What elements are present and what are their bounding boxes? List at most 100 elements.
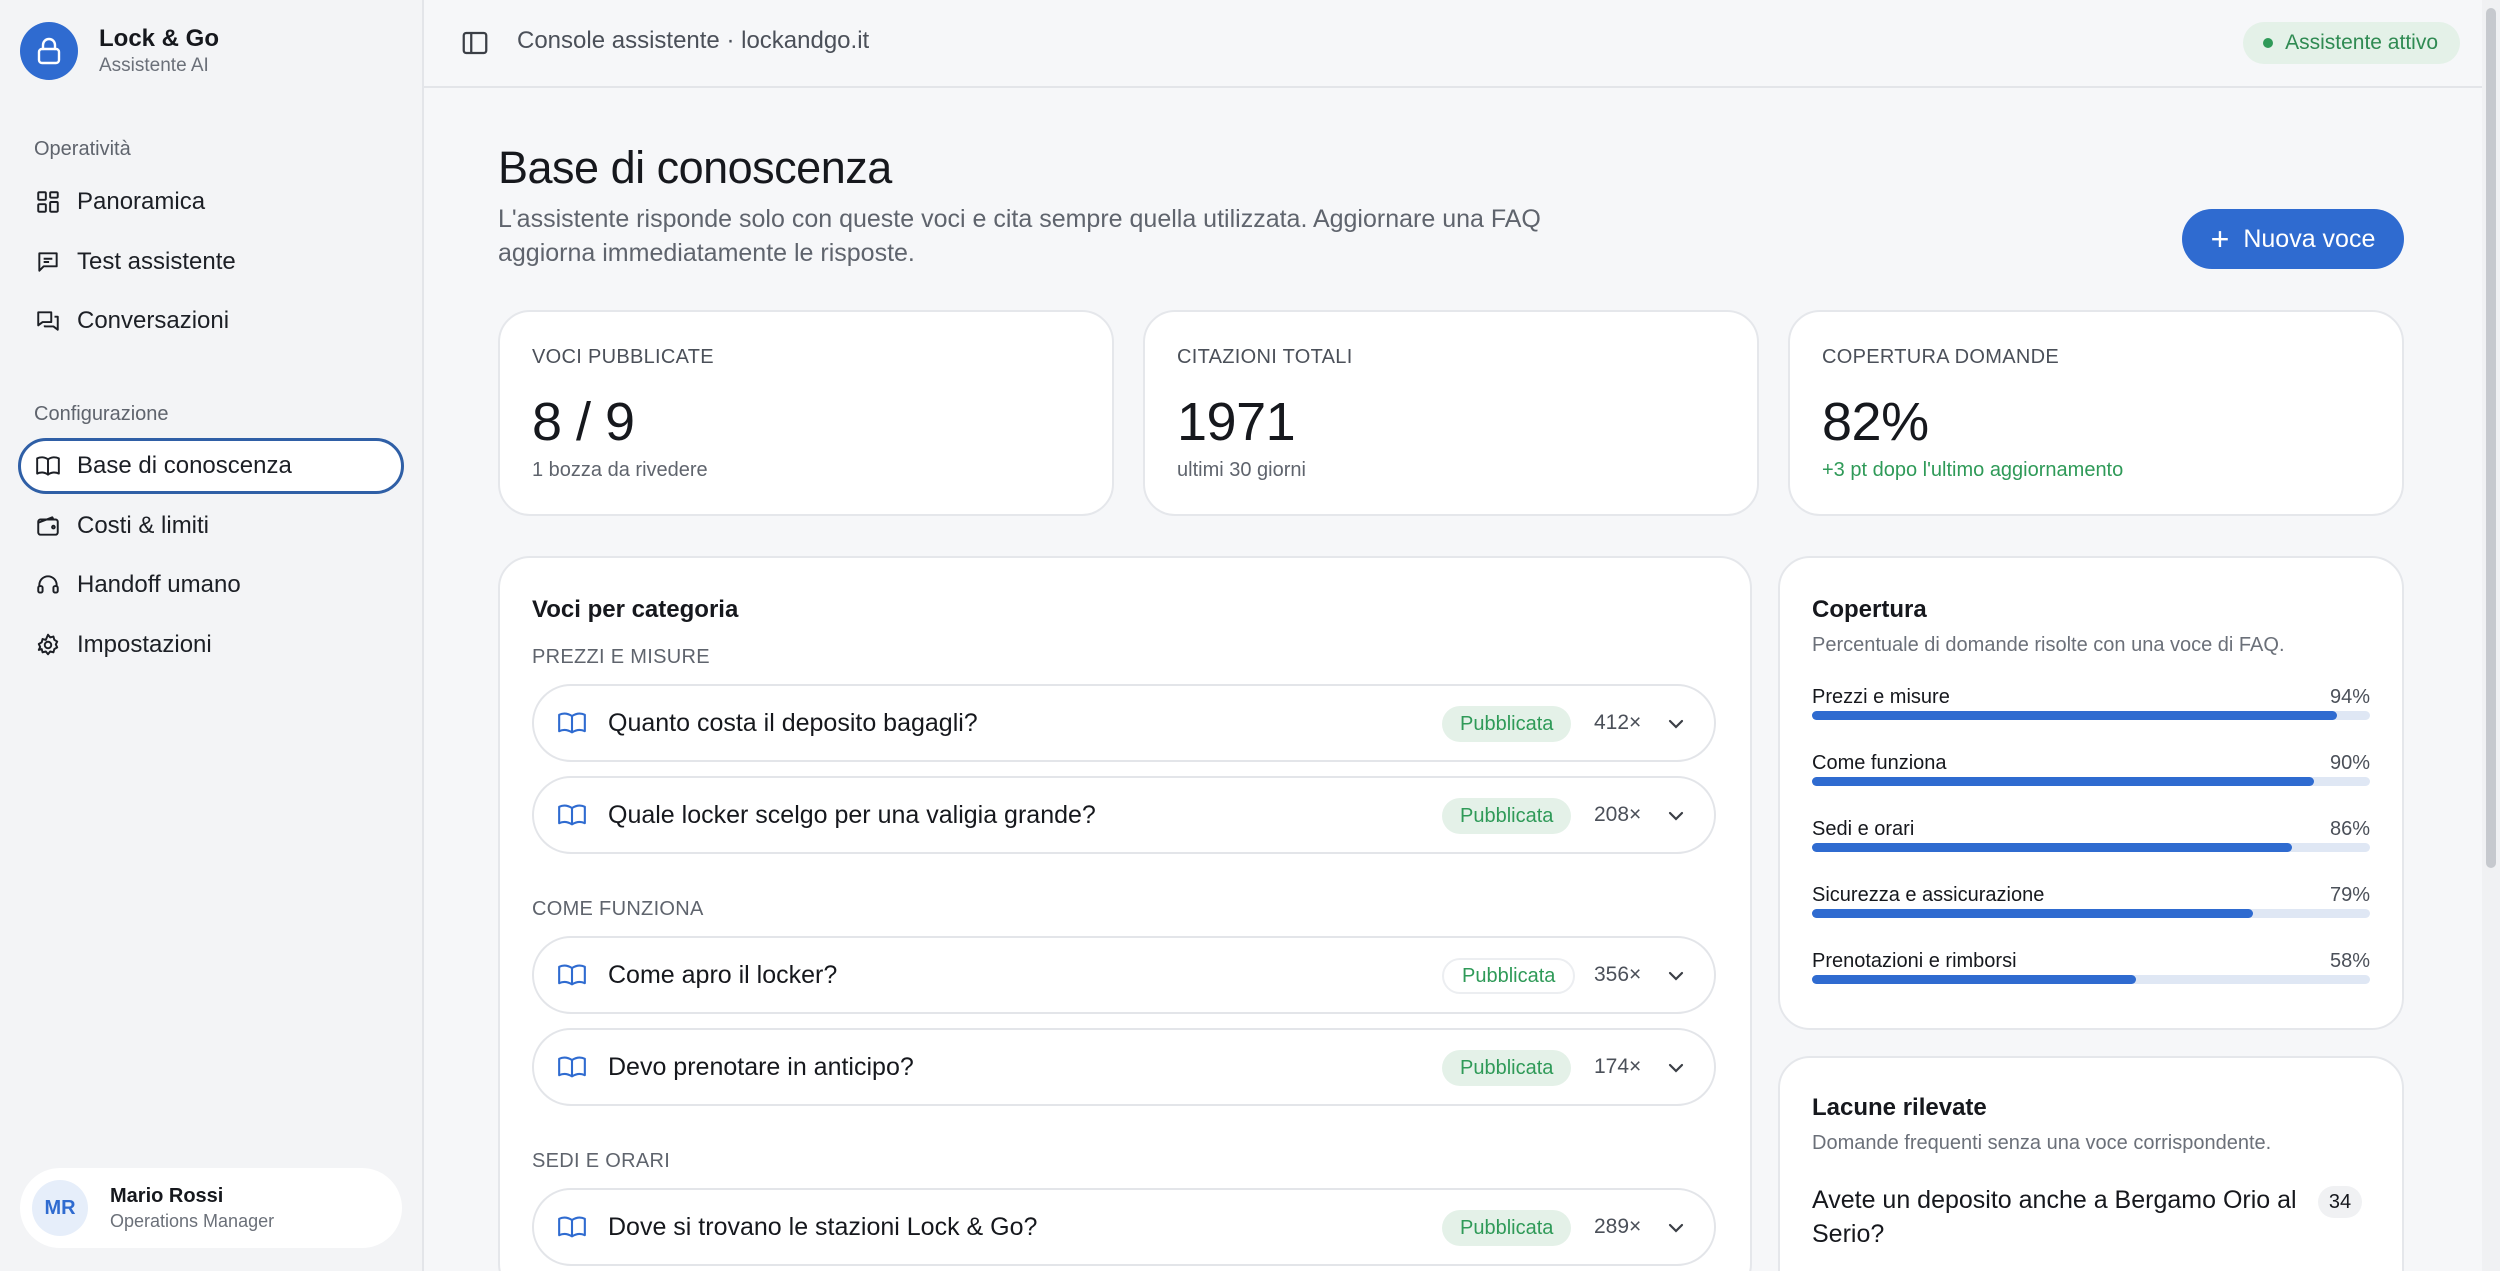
chevron-down-icon[interactable] [1666, 966, 1686, 986]
category-label: COME FUNZIONA [532, 898, 704, 920]
brand-subtitle: Assistente AI [99, 54, 209, 76]
user-name: Mario Rossi [110, 1184, 224, 1207]
coverage-value: 79% [2329, 884, 2370, 906]
coverage-label: Come funziona [1812, 752, 1947, 774]
status-dot-icon [2263, 38, 2274, 48]
coverage-row: Prezzi e misure 94% [1812, 686, 2370, 720]
stat-note: 1 bozza da rivedere [532, 459, 708, 481]
stat-label: CITAZIONI TOTALI [1177, 346, 1353, 368]
sidebar-item-panoramica[interactable]: Panoramica [18, 174, 404, 230]
faq-question: Quanto costa il deposito bagagli? [608, 708, 978, 737]
coverage-label: Sedi e orari [1812, 818, 1915, 840]
stat-value: 82% [1822, 392, 1929, 452]
wallet-icon [37, 516, 59, 536]
book-icon [558, 712, 586, 734]
stat-value: 8 / 9 [532, 392, 635, 452]
progress-track [1812, 975, 2370, 984]
stat-card-voci-pubblicate: VOCI PUBBLICATE 8 / 9 1 bozza da riveder… [498, 310, 1114, 516]
panel-subtitle: Percentuale di domande risolte con una v… [1812, 634, 2285, 656]
gaps-panel: Lacune rilevate Domande frequenti senza … [1778, 1056, 2404, 1271]
progress-fill [1812, 843, 2292, 852]
sidebar-item-label: Costi & limiti [77, 512, 210, 539]
sidebar-item-costi-limiti[interactable]: Costi & limiti [18, 498, 404, 554]
panel-title: Copertura [1812, 596, 1927, 623]
chat-icon [38, 252, 58, 272]
scrollbar[interactable] [2482, 0, 2500, 1271]
topbar: Console assistente · lockandgo.it Assist… [424, 0, 2500, 88]
sidebar-item-label: Test assistente [77, 248, 236, 275]
new-entry-label: Nuova voce [2243, 224, 2376, 253]
coverage-value: 94% [2329, 686, 2370, 708]
chevron-down-icon[interactable] [1666, 714, 1686, 734]
progress-fill [1812, 975, 2136, 984]
status-text: Assistente attivo [2285, 31, 2438, 54]
sidebar-item-conversazioni[interactable]: Conversazioni [18, 293, 404, 349]
citation-count: 412× [1594, 711, 1642, 734]
sidebar-item-label: Handoff umano [77, 571, 241, 598]
status-badge: Pubblicata [1442, 958, 1576, 994]
stat-card-copertura-domande: COPERTURA DOMANDE 82% +3 pt dopo l'ultim… [1788, 310, 2404, 516]
brand-name: Lock & Go [99, 24, 220, 52]
sidebar-item-label: Base di conoscenza [77, 452, 292, 479]
conversations-icon [37, 311, 59, 331]
topbar-title: Console assistente · lockandgo.it [517, 27, 870, 54]
sidebar-item-label: Impostazioni [77, 631, 212, 658]
stat-card-citazioni-totali: CITAZIONI TOTALI 1971 ultimi 30 giorni [1143, 310, 1759, 516]
gear-icon [37, 633, 59, 656]
faq-row[interactable]: Come apro il locker? Pubblicata 356× [532, 936, 1716, 1014]
user-card[interactable]: MR Mario Rossi Operations Manager [20, 1168, 402, 1248]
progress-track [1812, 711, 2370, 720]
stat-value: 1971 [1177, 392, 1296, 452]
faq-row[interactable]: Quale locker scelgo per una valigia gran… [532, 776, 1716, 854]
faq-row[interactable]: Quanto costa il deposito bagagli? Pubbli… [532, 684, 1716, 762]
progress-track [1812, 777, 2370, 786]
scrollbar-thumb[interactable] [2486, 8, 2496, 868]
gap-question[interactable]: Avete un deposito anche a Bergamo Orio a… [1812, 1184, 2302, 1252]
faq-question: Devo prenotare in anticipo? [608, 1052, 914, 1081]
citation-count: 208× [1594, 803, 1642, 826]
chevron-down-icon[interactable] [1666, 806, 1686, 826]
sidebar-item-impostazioni[interactable]: Impostazioni [18, 617, 404, 673]
coverage-row: Come funziona 90% [1812, 752, 2370, 786]
page-description: L'assistente risponde solo con queste vo… [498, 205, 1541, 267]
panel-title: Voci per categoria [532, 596, 739, 623]
faq-question: Dove si trovano le stazioni Lock & Go? [608, 1212, 1038, 1241]
panel-title: Lacune rilevate [1812, 1094, 1987, 1121]
category-label: SEDI E ORARI [532, 1150, 671, 1172]
panel-subtitle: Domande frequenti senza una voce corrisp… [1812, 1132, 2272, 1154]
progress-fill [1812, 777, 2315, 786]
sidebar-item-label: Panoramica [77, 188, 206, 215]
section-label-configurazione: Configurazione [34, 403, 169, 425]
progress-track [1812, 909, 2370, 918]
book-icon [558, 964, 586, 986]
brand[interactable]: Lock & Go Assistente AI [20, 22, 219, 80]
faq-row[interactable]: Dove si trovano le stazioni Lock & Go? P… [532, 1188, 1716, 1266]
sidebar-toggle-icon[interactable] [460, 28, 490, 58]
status-badge: Pubblicata [1442, 706, 1572, 742]
categories-panel: Voci per categoria PREZZI E MISURE Quant… [498, 556, 1752, 1271]
sidebar: Lock & Go Assistente AI Operatività Pano… [0, 0, 424, 1271]
headset-icon [37, 575, 59, 594]
coverage-row: Sedi e orari 86% [1812, 818, 2370, 852]
stat-label: COPERTURA DOMANDE [1822, 346, 2059, 368]
book-icon [36, 456, 60, 476]
status-badge: Pubblicata [1442, 798, 1572, 834]
sidebar-item-base-di-conoscenza[interactable]: Base di conoscenza [18, 438, 404, 494]
chevron-down-icon[interactable] [1666, 1218, 1686, 1238]
coverage-value: 58% [2329, 950, 2370, 972]
faq-row[interactable]: Devo prenotare in anticipo? Pubblicata 1… [532, 1028, 1716, 1106]
new-entry-button[interactable]: + Nuova voce [2182, 209, 2404, 269]
coverage-value: 90% [2329, 752, 2370, 774]
status-badge: Pubblicata [1442, 1210, 1572, 1246]
book-icon [558, 1056, 586, 1078]
sidebar-item-handoff-umano[interactable]: Handoff umano [18, 557, 404, 613]
progress-fill [1812, 909, 2253, 918]
page-title: Base di conoscenza [498, 142, 892, 193]
sidebar-item-test-assistente[interactable]: Test assistente [18, 234, 404, 290]
book-icon [558, 1216, 586, 1238]
chevron-down-icon[interactable] [1666, 1058, 1686, 1078]
stat-label: VOCI PUBBLICATE [532, 346, 714, 368]
progress-track [1812, 843, 2370, 852]
grid-icon [37, 191, 59, 213]
coverage-value: 86% [2329, 818, 2370, 840]
